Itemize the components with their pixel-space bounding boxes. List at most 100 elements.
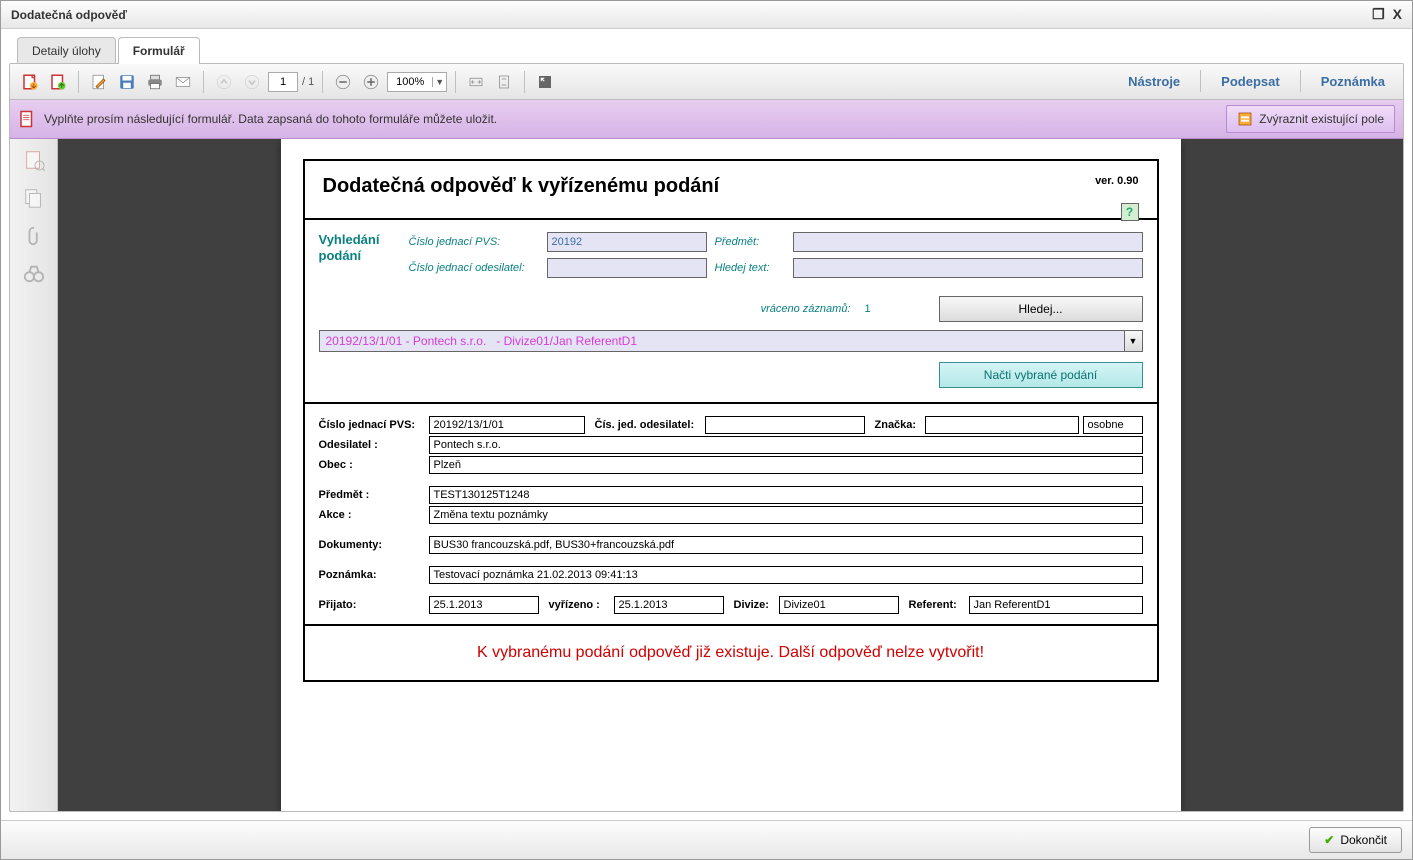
pdf-toolbar: / 1 ▼ Nástroje Podepsat Poz [10,64,1403,100]
cj-pvs-value: 20192/13/1/01 [429,416,585,434]
attachment-icon[interactable] [23,225,45,247]
load-button[interactable]: Načti vybrané podání [939,362,1143,388]
footer: ✔ Dokončit [1,820,1412,859]
akce-value: Změna textu poznámky [429,506,1143,524]
highlight-icon [1237,111,1253,127]
pages-icon[interactable] [23,187,45,209]
akce-label: Akce : [319,509,429,521]
cj-od-label: Čís. jed. odesilatel: [585,419,705,431]
mail-icon[interactable] [171,70,195,94]
dokumenty-label: Dokumenty: [319,539,429,551]
help-button[interactable]: ? [1121,203,1139,221]
znacka-value [925,416,1079,434]
znacka-label: Značka: [865,419,925,431]
thumbnails-icon[interactable] [23,149,45,171]
returned-label: vráceno záznamů: [761,303,851,315]
warning-section: K vybranému podání odpověď již existuje.… [305,626,1157,680]
pdf-page: Dodatečná odpověď k vyřízenému podání ve… [281,139,1181,811]
cj-pvs-label: Číslo jednací PVS: [319,419,429,431]
highlight-label: Zvýraznit existující pole [1259,112,1384,126]
note-link[interactable]: Poznámka [1311,70,1395,93]
detail-section: Číslo jednací PVS: 20192/13/1/01 Čís. je… [305,404,1157,626]
dokumenty-value: BUS30 francouzská.pdf, BUS30+francouzská… [429,536,1143,554]
tools-link[interactable]: Nástroje [1118,70,1190,93]
warning-text: K vybranému podání odpověď již existuje.… [323,644,1139,662]
predmet-value: TEST130125T1248 [429,486,1143,504]
search-section: Vyhledání podání Číslo jednací PVS: Před… [305,220,1157,404]
poznamka-label: Poznámka: [319,569,429,581]
text-input[interactable] [793,258,1143,278]
prijato-value: 25.1.2013 [429,596,539,614]
form-header: Dodatečná odpověď k vyřízenému podání ve… [305,161,1157,220]
odesilatel-label: Odesilatel : [319,439,429,451]
pdf-viewer: / 1 ▼ Nástroje Podepsat Poz [9,63,1404,812]
side-panel [10,139,58,811]
vyrizeno-value: 25.1.2013 [614,596,724,614]
app-window: Dodatečná odpověď ❐ X Detaily úlohy Form… [0,0,1413,860]
page-total: / 1 [302,76,314,88]
pvs-label: Číslo jednací PVS: [409,236,539,248]
page-up-icon[interactable] [212,70,236,94]
import-pdf-icon[interactable] [46,70,70,94]
form-version: ver. 0.90 [1095,175,1138,187]
search-heading: Vyhledání podání [319,232,399,263]
edit-icon[interactable] [87,70,111,94]
obec-label: Obec : [319,459,429,471]
info-text: Vyplňte prosím následující formulář. Dat… [44,112,1218,126]
export-pdf-icon[interactable] [18,70,42,94]
odesilatel-value: Pontech s.r.o. [429,436,1143,454]
check-icon: ✔ [1324,833,1334,847]
tab-bar: Detaily úlohy Formulář [17,37,1404,64]
vyrizeno-label: vyřízeno : [539,599,614,611]
page-number-input[interactable] [268,72,298,92]
result-dropdown-icon[interactable]: ▼ [1125,330,1143,352]
poznamka-value: Testovací poznámka 21.02.2013 09:41:13 [429,566,1143,584]
osobne-value: osobne [1083,416,1143,434]
referent-value: Jan ReferentD1 [969,596,1143,614]
predmet-label: Předmět : [319,489,429,501]
save-icon[interactable] [115,70,139,94]
window-controls: ❐ X [1372,6,1402,23]
tab-detail[interactable]: Detaily úlohy [17,37,116,64]
document-scroll[interactable]: Dodatečná odpověď k vyřízenému podání ve… [58,139,1403,811]
subject-input[interactable] [793,232,1143,252]
content-area: Detaily úlohy Formulář / 1 [1,29,1412,820]
returned-value: 1 [865,303,925,315]
titlebar: Dodatečná odpověď ❐ X [1,1,1412,29]
zoom-select[interactable]: ▼ [387,72,447,92]
zoom-dropdown-icon[interactable]: ▼ [432,77,446,87]
sender-input[interactable] [547,258,707,278]
form-title: Dodatečná odpověď k vyřízenému podání [323,175,1139,198]
divize-label: Divize: [724,599,779,611]
zoom-value[interactable] [388,76,432,88]
referent-label: Referent: [899,599,969,611]
info-bar: Vyplňte prosím následující formulář. Dat… [10,100,1403,139]
zoom-in-icon[interactable] [359,70,383,94]
print-icon[interactable] [143,70,167,94]
highlight-fields-button[interactable]: Zvýraznit existující pole [1226,105,1395,133]
maximize-icon[interactable]: ❐ [1372,6,1385,23]
tab-form[interactable]: Formulář [118,37,200,64]
fullscreen-icon[interactable] [533,70,557,94]
document-area: Dodatečná odpověď k vyřízenému podání ve… [10,139,1403,811]
subject-label: Předmět: [715,236,785,248]
pvs-input[interactable] [547,232,707,252]
text-label: Hledej text: [715,262,785,274]
close-icon[interactable]: X [1393,6,1402,23]
prijato-label: Přijato: [319,599,429,611]
cj-od-value [705,416,865,434]
result-select[interactable] [319,330,1125,352]
zoom-out-icon[interactable] [331,70,355,94]
obec-value: Plzeň [429,456,1143,474]
search-button[interactable]: Hledej... [939,296,1143,322]
divize-value: Divize01 [779,596,899,614]
finish-button[interactable]: ✔ Dokončit [1309,827,1402,853]
page-down-icon[interactable] [240,70,264,94]
sender-label: Číslo jednací odesilatel: [409,262,539,274]
sign-link[interactable]: Podepsat [1211,70,1290,93]
finish-label: Dokončit [1340,833,1387,847]
fit-width-icon[interactable] [464,70,488,94]
binoculars-icon[interactable] [23,263,45,285]
window-title: Dodatečná odpověď [11,8,127,22]
fit-page-icon[interactable] [492,70,516,94]
